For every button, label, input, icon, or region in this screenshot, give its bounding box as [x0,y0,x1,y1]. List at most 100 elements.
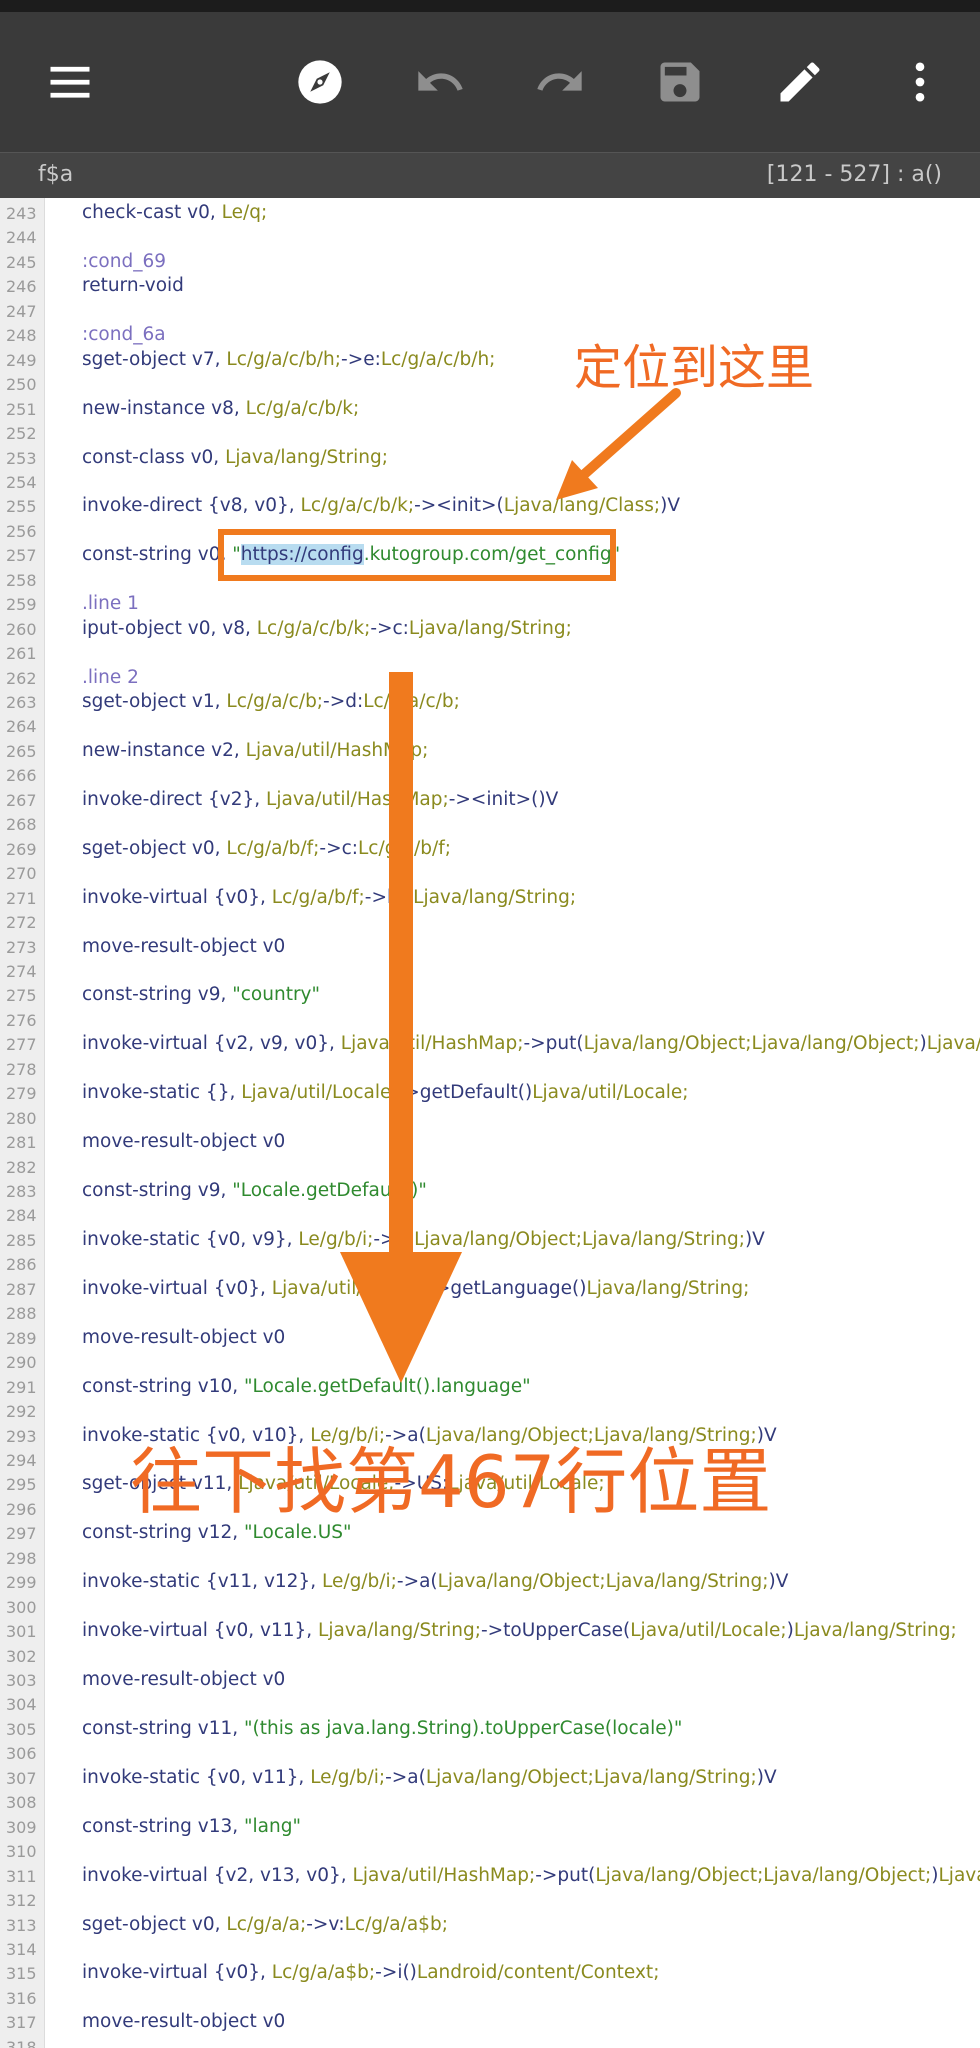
code-line[interactable]: 316 [0,1987,980,2011]
code-line[interactable]: 249 sget-object v7, Lc/g/a/c/b/h;->e:Lc/g… [0,349,980,373]
code-line[interactable]: 252 [0,422,980,446]
code-line[interactable]: 267 invoke-direct {v2}, Ljava/util/HashMa… [0,789,980,813]
code-line[interactable]: 280 [0,1107,980,1131]
code-line[interactable]: 303 move-result-object v0 [0,1669,980,1693]
code-line[interactable]: 246 return-void [0,275,980,299]
line-number: 287 [6,1279,37,1299]
line-number: 314 [6,1939,37,1959]
code-line[interactable]: 312 [0,1889,980,1913]
code-line[interactable]: 314 [0,1938,980,1962]
code-line[interactable]: 247 [0,300,980,324]
code-text: const-string v13, "lang" [82,1816,301,1837]
code-line[interactable]: 301 invoke-virtual {v0, v11}, Ljava/lang/… [0,1620,980,1644]
code-line[interactable]: 266 [0,764,980,788]
code-token: sget-object v0, [82,1913,227,1935]
code-line[interactable]: 262 .line 2 [0,667,980,691]
undo-button[interactable] [410,52,470,112]
code-line[interactable]: 270 [0,862,980,886]
code-line[interactable]: 251 new-instance v8, Lc/g/a/c/b/k; [0,398,980,422]
code-text: new-instance v2, Ljava/util/HashMap; [82,740,428,761]
code-line[interactable]: 292 [0,1400,980,1424]
code-line[interactable]: 310 [0,1840,980,1864]
line-number: 297 [6,1524,37,1544]
code-line[interactable]: 274 [0,960,980,984]
code-line[interactable]: 277 invoke-virtual {v2, v9, v0}, Ljava/ut… [0,1033,980,1057]
code-line[interactable]: 300 [0,1596,980,1620]
code-text: move-result-object v0 [82,1131,285,1152]
code-line[interactable]: 288 [0,1302,980,1326]
code-line[interactable]: 291 const-string v10, "Locale.getDefault(… [0,1376,980,1400]
menu-button[interactable] [40,52,100,112]
code-text: invoke-virtual {v2, v9, v0}, Ljava/util/… [82,1033,980,1054]
code-line[interactable]: 281 move-result-object v0 [0,1131,980,1155]
code-line[interactable]: 318 [0,2036,980,2048]
line-number: 268 [6,815,37,835]
line-number: 292 [6,1402,37,1422]
code-line[interactable]: 307 invoke-static {v0, v11}, Le/g/b/i;->a… [0,1767,980,1791]
more-options-button[interactable] [890,52,950,112]
line-number: 303 [6,1671,37,1690]
code-line[interactable]: 263 sget-object v1, Lc/g/a/c/b;->d:Lc/g/a… [0,691,980,715]
code-token: const-class v0, [82,446,226,468]
code-line[interactable]: 248:cond_6a [0,324,980,348]
code-line[interactable]: 285 invoke-static {v0, v9}, Le/g/b/i;->a(… [0,1229,980,1253]
code-line[interactable]: 261 [0,642,980,666]
line-number: 279 [6,1084,37,1104]
code-line[interactable]: 278 [0,1058,980,1082]
code-text: invoke-virtual {v0}, Lc/g/a/b/f;->b()Lja… [82,887,576,908]
code-token: ->getLanguage() [428,1277,587,1299]
code-line[interactable]: 298 [0,1547,980,1571]
code-line[interactable]: 286 [0,1253,980,1277]
code-line[interactable]: 308 [0,1791,980,1815]
code-token: ->a( [373,1228,415,1250]
code-token: Lc/g/a/c/b; [226,691,324,712]
code-line[interactable]: 255 invoke-direct {v8, v0}, Lc/g/a/c/b/k;… [0,495,980,519]
line-number: 316 [6,1988,37,2008]
code-line[interactable]: 275 const-string v9, "country" [0,984,980,1008]
code-line[interactable]: 309 const-string v13, "lang" [0,1816,980,1840]
code-token: Ljava/lang/String; [413,886,577,908]
code-line[interactable]: 290 [0,1351,980,1375]
code-line[interactable]: 287 invoke-virtual {v0}, Ljava/util/Local… [0,1278,980,1302]
code-line[interactable]: 284 [0,1204,980,1228]
code-line[interactable]: 271 invoke-virtual {v0}, Lc/g/a/b/f;->b()… [0,887,980,911]
code-line[interactable]: 311 invoke-virtual {v2, v13, v0}, Ljava/u… [0,1865,980,1889]
code-line[interactable]: 317 move-result-object v0 [0,2011,980,2035]
code-line[interactable]: 264 [0,715,980,739]
code-line[interactable]: 289 move-result-object v0 [0,1327,980,1351]
code-line[interactable]: 283 const-string v9, "Locale.getDefault()… [0,1180,980,1204]
code-token: Ljava/lang/Object; [938,1864,980,1886]
line-number: 243 [6,204,37,223]
code-line[interactable]: 282 [0,1156,980,1180]
code-line[interactable]: 268 [0,813,980,837]
code-line[interactable]: 253 const-class v0, Ljava/lang/String; [0,447,980,471]
code-editor[interactable]: 243 check-cast v0, Le/q; 244 245:cond_69 246… [0,198,980,2048]
code-line[interactable]: 299 invoke-static {v11, v12}, Le/g/b/i;->… [0,1571,980,1595]
code-token: .line 2 [82,666,139,688]
edit-button[interactable] [770,52,830,112]
code-line[interactable]: 306 [0,1742,980,1766]
code-line[interactable]: 245:cond_69 [0,251,980,275]
code-line[interactable]: 279 invoke-static {}, Ljava/util/Locale;-… [0,1082,980,1106]
code-line[interactable]: 244 [0,226,980,250]
code-line[interactable]: 305 const-string v11, "(this as java.lang… [0,1718,980,1742]
navigate-button[interactable] [290,52,350,112]
code-line[interactable]: 269 sget-object v0, Lc/g/a/b/f;->c:Lc/g/a… [0,838,980,862]
code-line[interactable]: 304 [0,1693,980,1717]
code-token: invoke-static {v11, v12}, [82,1571,322,1593]
code-line[interactable]: 302 [0,1645,980,1669]
code-line[interactable]: 260 iput-object v0, v8, Lc/g/a/c/b/k;->c:… [0,618,980,642]
code-line[interactable]: 273 move-result-object v0 [0,936,980,960]
save-button[interactable] [650,52,710,112]
redo-button[interactable] [530,52,590,112]
code-line[interactable]: 313 sget-object v0, Lc/g/a/a;->v:Lc/g/a/a… [0,1914,980,1938]
code-line[interactable]: 272 [0,911,980,935]
code-line[interactable]: 254 [0,471,980,495]
code-line[interactable]: 276 [0,1009,980,1033]
code-line[interactable]: 250 [0,373,980,397]
code-line[interactable]: 265 new-instance v2, Ljava/util/HashMap; [0,740,980,764]
code-line[interactable]: 259 .line 1 [0,593,980,617]
code-line[interactable]: 315 invoke-virtual {v0}, Lc/g/a/a$b;->i()… [0,1962,980,1986]
code-line[interactable]: 243 check-cast v0, Le/q; [0,202,980,226]
code-token: ->v: [306,1913,345,1935]
